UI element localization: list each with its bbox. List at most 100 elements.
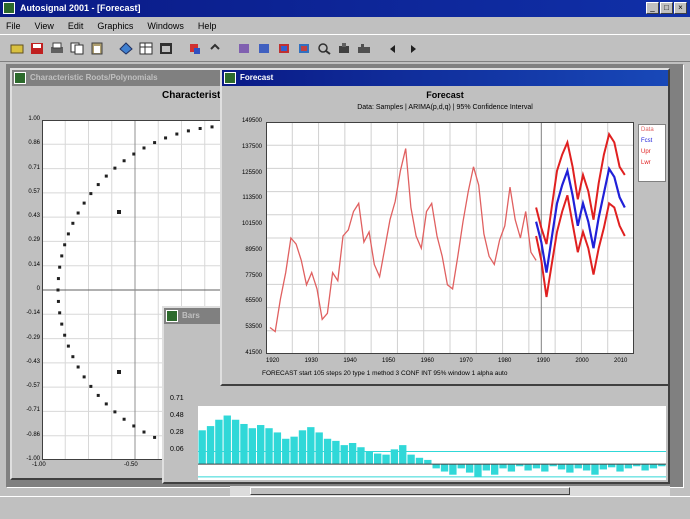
forecast-window[interactable]: Forecast Forecast Data: Samples | ARIMA(… bbox=[220, 68, 670, 386]
bar bbox=[374, 453, 382, 465]
copy-icon[interactable] bbox=[68, 40, 85, 57]
menu-view[interactable]: View bbox=[35, 21, 54, 31]
menu-file[interactable]: File bbox=[6, 21, 21, 31]
bar bbox=[315, 432, 323, 465]
bar bbox=[574, 464, 582, 469]
y-tick-label: 0.71 bbox=[28, 164, 40, 171]
series-line-upr bbox=[535, 131, 626, 245]
bars-y-tick: 0.48 bbox=[170, 412, 184, 419]
bar bbox=[432, 464, 440, 469]
menu-graphics[interactable]: Graphics bbox=[97, 21, 133, 31]
filter-icon[interactable] bbox=[255, 40, 272, 57]
bar bbox=[307, 427, 315, 465]
y-tick-label: 77500 bbox=[245, 272, 262, 279]
menu-edit[interactable]: Edit bbox=[68, 21, 84, 31]
y-tick-label: 137500 bbox=[241, 143, 262, 150]
paste-icon[interactable] bbox=[88, 40, 105, 57]
y-tick-label: 101500 bbox=[241, 221, 262, 228]
redo-icon[interactable] bbox=[235, 40, 252, 57]
open-icon[interactable] bbox=[8, 40, 25, 57]
minimize-button[interactable]: _ bbox=[646, 2, 659, 14]
print-icon[interactable] bbox=[48, 40, 65, 57]
x-tick-label: 2000 bbox=[575, 358, 589, 364]
app-titlebar: Autosignal 2001 - [Forecast] _ □ × bbox=[0, 0, 690, 17]
bar bbox=[382, 454, 390, 465]
bars-plot-area bbox=[198, 406, 666, 480]
bar bbox=[624, 464, 633, 469]
y-tick-label: -0.57 bbox=[26, 383, 40, 390]
series-line-data bbox=[269, 148, 537, 333]
unit-circle-point bbox=[132, 152, 136, 156]
y-tick-label: 113500 bbox=[242, 195, 262, 202]
y-tick-label: 0.14 bbox=[28, 261, 40, 268]
status-bar bbox=[0, 496, 690, 519]
y-tick-label: -0.86 bbox=[26, 431, 40, 438]
chart-icon[interactable] bbox=[157, 40, 174, 57]
forward-icon[interactable] bbox=[404, 40, 421, 57]
forecast-legend: Data Fcst Upr Lwr bbox=[638, 124, 666, 182]
settings-icon[interactable] bbox=[355, 40, 372, 57]
x-tick-label: -0.50 bbox=[124, 462, 138, 468]
window-controls: _ □ × bbox=[646, 2, 687, 14]
bar bbox=[282, 438, 290, 465]
unit-circle-point bbox=[96, 183, 100, 187]
bar bbox=[474, 464, 482, 477]
wave-icon[interactable] bbox=[295, 40, 312, 57]
bar bbox=[482, 464, 490, 471]
forecast-title: Forecast bbox=[240, 73, 274, 82]
unit-circle-point bbox=[96, 393, 100, 397]
forecast-plot-area bbox=[265, 121, 635, 355]
bar bbox=[649, 464, 658, 469]
bar bbox=[424, 459, 432, 465]
undo-icon[interactable] bbox=[206, 40, 223, 57]
characteristic-titlebar[interactable]: Characteristic Roots/Polynomials bbox=[12, 70, 234, 86]
x-tick-label: 1940 bbox=[343, 358, 357, 364]
bar bbox=[223, 415, 231, 465]
bars-y-tick: 0.28 bbox=[170, 429, 184, 436]
legend-entry-lwr: Lwr bbox=[641, 160, 651, 166]
menu-help[interactable]: Help bbox=[198, 21, 217, 31]
bars-y-tick: 0.06 bbox=[170, 446, 184, 453]
y-tick-label: 125500 bbox=[241, 169, 262, 176]
bar bbox=[265, 428, 273, 465]
close-button[interactable]: × bbox=[674, 2, 687, 14]
magnify-icon[interactable] bbox=[315, 40, 332, 57]
tool-icon[interactable] bbox=[335, 40, 352, 57]
bar bbox=[541, 464, 549, 472]
scrollbar-thumb[interactable] bbox=[250, 487, 570, 495]
unit-circle-point bbox=[63, 243, 67, 247]
unit-circle-point bbox=[56, 277, 60, 281]
save-icon[interactable] bbox=[28, 40, 45, 57]
cut-icon[interactable] bbox=[186, 40, 203, 57]
unit-circle-point bbox=[186, 129, 190, 133]
spectrum-icon[interactable] bbox=[275, 40, 292, 57]
characteristic-y-axis: 1.00 0.86 0.71 0.57 0.43 0.29 0.14 0 -0.14 -0.29 -… bbox=[14, 116, 42, 462]
bar bbox=[457, 464, 465, 469]
menu-bar: File View Edit Graphics Windows Help bbox=[0, 17, 690, 34]
zoom-icon[interactable] bbox=[117, 40, 134, 57]
bars-y-tick: 0.71 bbox=[170, 395, 184, 402]
back-icon[interactable] bbox=[384, 40, 401, 57]
unit-circle-point bbox=[142, 146, 146, 150]
legend-entry-data: Data bbox=[641, 127, 654, 133]
unit-circle-point bbox=[56, 288, 60, 292]
unit-circle-point bbox=[153, 141, 157, 145]
bar bbox=[557, 464, 566, 470]
y-tick-label: 89500 bbox=[245, 246, 262, 253]
window-icon bbox=[166, 310, 178, 322]
table-icon[interactable] bbox=[137, 40, 154, 57]
bar bbox=[340, 445, 348, 465]
forecast-titlebar[interactable]: Forecast bbox=[222, 70, 668, 86]
maximize-button[interactable]: □ bbox=[660, 2, 673, 14]
menu-windows[interactable]: Windows bbox=[147, 21, 184, 31]
unit-circle-point bbox=[122, 417, 126, 421]
forecast-plot bbox=[265, 121, 635, 355]
x-tick-label: -1.00 bbox=[32, 462, 46, 468]
unit-circle-point bbox=[60, 322, 64, 326]
bar bbox=[348, 443, 357, 465]
unit-circle-point bbox=[113, 410, 117, 414]
x-tick-label: 1920 bbox=[266, 358, 280, 364]
y-tick-label: -0.43 bbox=[26, 358, 40, 365]
unit-circle-point bbox=[71, 355, 75, 359]
window-icon bbox=[14, 72, 26, 84]
